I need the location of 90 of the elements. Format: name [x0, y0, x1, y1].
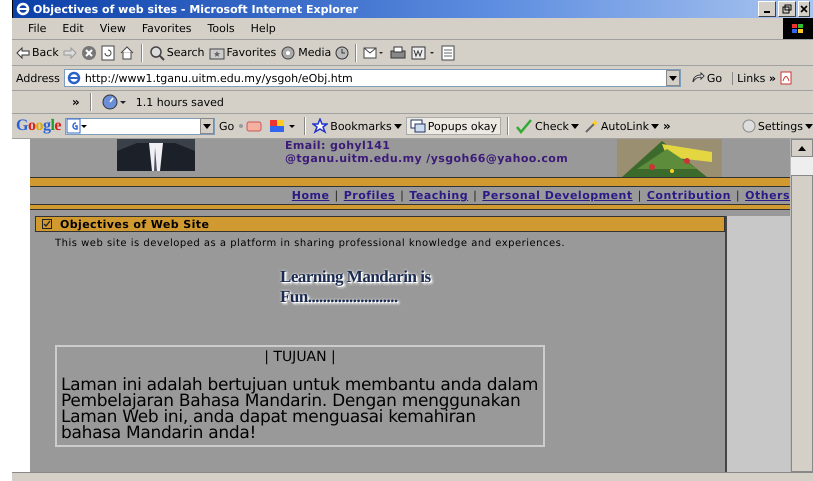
google-logo: Google — [16, 117, 62, 135]
hours-saved-text: 1.1 hours saved — [136, 96, 224, 108]
caret-icon — [668, 76, 677, 80]
mail-button[interactable] — [363, 46, 386, 60]
nav-link[interactable]: Home — [292, 189, 330, 202]
nav-link[interactable]: Others — [745, 189, 790, 202]
popups-button[interactable]: Popups okay — [406, 117, 502, 135]
nav-separator: | — [638, 189, 642, 202]
stop-icon — [80, 44, 97, 60]
caret-icon[interactable] — [798, 146, 806, 150]
caret-icon — [203, 124, 212, 128]
nav-link[interactable]: Contribution — [646, 189, 731, 202]
dropdown-button[interactable] — [200, 118, 214, 134]
refresh-icon — [100, 44, 115, 60]
google-go-button[interactable]: Go — [219, 120, 234, 132]
close-icon — [799, 4, 809, 14]
favorites-button[interactable]: Favorites — [208, 46, 276, 60]
browser-logo-icon — [16, 2, 30, 16]
spell-check-button[interactable]: Check — [515, 118, 579, 134]
minimize-icon — [764, 11, 770, 13]
box-text: Laman ini adalah bertujuan untuk membantu anda dalam Pembelajaran Bahasa Mandarin. Dengan menggunakan Laman Web ini, anda dapat menguasai kemahiran bahasa Mandarin anda! — [61, 377, 539, 441]
notepad-icon — [441, 44, 456, 60]
nav-separator: | — [334, 189, 339, 202]
disc-icon — [280, 44, 296, 60]
circle-icon — [742, 119, 756, 133]
menu-item[interactable]: Tools — [200, 22, 243, 35]
magic-wand-icon — [582, 118, 599, 134]
restore-icon — [782, 4, 792, 14]
home-button[interactable] — [118, 44, 135, 60]
scrollbar[interactable] — [790, 139, 813, 472]
nav-link[interactable]: Personal Development — [482, 189, 633, 202]
bookmarks-button[interactable]: Bookmarks — [312, 118, 402, 134]
caret-icon — [650, 124, 659, 128]
chevron-button[interactable]: » — [662, 119, 671, 133]
email-text: @tganu.uitm.edu.my /ysgoh66@yahoo.com — [285, 152, 568, 165]
email-text: Email: gohyl141 — [285, 139, 392, 152]
star-icon — [312, 118, 328, 134]
dropdown-button[interactable] — [666, 70, 680, 86]
chevron-button[interactable]: » — [72, 95, 80, 109]
nav-separator: | — [736, 189, 740, 202]
go-button[interactable]: Go — [684, 72, 728, 84]
nav-separator: | — [473, 189, 478, 202]
checkbox[interactable] — [42, 219, 52, 229]
google-search-field[interactable] — [65, 118, 216, 134]
speedometer-icon — [102, 94, 128, 110]
links-button[interactable]: Links » — [732, 72, 776, 84]
refresh-button[interactable] — [100, 44, 115, 60]
star-folder-icon — [208, 46, 225, 60]
caret-icon — [394, 124, 402, 128]
caret-icon — [805, 124, 813, 128]
search-icon — [148, 44, 165, 60]
caret-icon — [570, 124, 579, 128]
nav-link[interactable]: Profiles — [344, 189, 396, 202]
window-title: Objectives of web sites - Microsoft Internet Explorer — [33, 2, 358, 16]
address-label: Address — [16, 72, 60, 84]
discuss-button[interactable] — [441, 44, 456, 60]
forward-arrow-icon — [62, 46, 77, 58]
stop-button[interactable] — [80, 44, 97, 60]
checkmark-icon — [515, 118, 534, 134]
print-button[interactable] — [389, 46, 408, 60]
box-title: | TUJUAN | — [263, 349, 337, 365]
printer-icon — [389, 46, 408, 60]
panel-title: Objectives of Web Site — [60, 218, 210, 230]
nav-separator: | — [400, 189, 404, 202]
menu-item[interactable]: View — [92, 22, 134, 35]
envelope-icon — [363, 46, 386, 60]
page-icon — [66, 71, 81, 85]
google-g-icon — [66, 118, 88, 134]
home-icon — [118, 44, 135, 60]
nav-link[interactable]: Teaching — [409, 189, 468, 202]
search-button[interactable]: Search — [148, 44, 205, 60]
back-button[interactable]: Back — [16, 46, 59, 59]
go-arrow-icon — [690, 72, 705, 84]
intro-text: This web site is developed as a platform in sharing professional knowledge and experiences. — [55, 238, 566, 249]
clock-icon — [335, 46, 350, 60]
minimize-button[interactable] — [758, 1, 776, 17]
autolink-button[interactable]: AutoLink — [582, 118, 659, 134]
settings-button[interactable]: Settings — [742, 119, 813, 133]
windows-stack-icon — [410, 119, 426, 133]
menu-item[interactable]: Favorites — [134, 22, 200, 35]
back-arrow-icon — [16, 46, 30, 58]
history-button[interactable] — [335, 46, 350, 60]
banner-text: Learning Mandarin is Fun........................ — [280, 267, 432, 307]
address-field[interactable]: http://www1.tganu.uitm.edu.my/ysgoh/eObj.htm — [64, 69, 681, 87]
menu-item[interactable]: Edit — [54, 22, 92, 35]
close-button[interactable] — [798, 1, 810, 17]
menu-item[interactable]: Help — [242, 22, 284, 35]
menu-item[interactable]: File — [20, 22, 54, 35]
restore-button[interactable] — [778, 1, 796, 17]
media-button[interactable]: Media — [280, 44, 332, 60]
